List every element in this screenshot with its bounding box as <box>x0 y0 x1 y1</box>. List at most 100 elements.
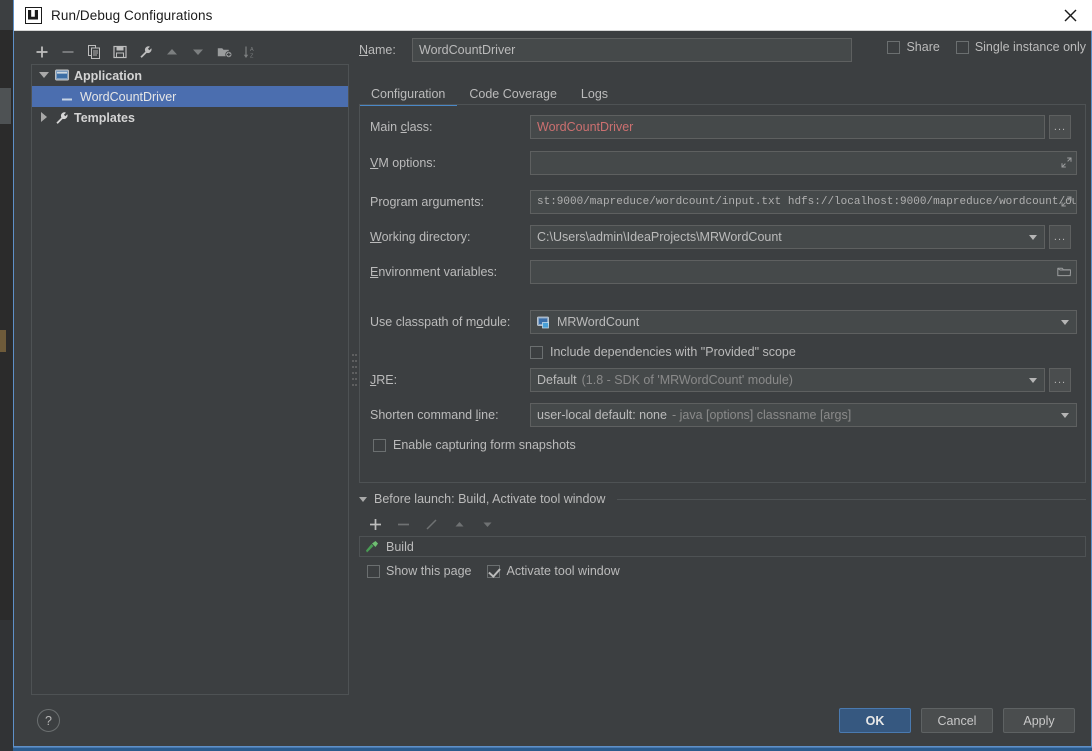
cancel-button[interactable]: Cancel <box>921 708 993 733</box>
run-debug-configurations-dialog: Run/Debug Configurations A Z Application… <box>13 0 1092 747</box>
chevron-down-icon[interactable] <box>1055 404 1075 426</box>
jre-value: Default <box>537 373 577 387</box>
working-directory-input[interactable]: C:\Users\admin\IdeaProjects\MRWordCount <box>530 225 1045 249</box>
dialog-buttons: OK Cancel Apply <box>839 708 1075 733</box>
share-label: Share <box>906 40 940 54</box>
panel-splitter[interactable] <box>351 352 358 392</box>
working-directory-browse-button[interactable]: ... <box>1049 225 1071 249</box>
show-this-page-checkbox[interactable]: Show this page <box>367 564 471 578</box>
tree-node-application[interactable]: Application <box>32 65 348 86</box>
environment-variables-row: Environment variables: <box>370 260 1077 284</box>
form-snapshots-checkbox-box[interactable] <box>373 438 386 452</box>
main-class-row: Main class: WordCountDriver ... <box>370 115 1071 139</box>
before-launch-toolbar <box>364 513 498 535</box>
run-config-icon <box>60 89 75 104</box>
classpath-module-row: Use classpath of module: MRWordCount <box>370 310 1077 334</box>
name-label: Name: <box>359 43 396 57</box>
program-arguments-value: st:9000/mapreduce/wordcount/input.txt hd… <box>537 196 1077 208</box>
tab-code-coverage[interactable]: Code Coverage <box>457 87 569 105</box>
apply-button[interactable]: Apply <box>1003 708 1075 733</box>
classpath-module-value: MRWordCount <box>557 315 640 329</box>
shorten-command-line-dropdown[interactable]: user-local default: none - java [options… <box>530 403 1077 427</box>
wrench-icon[interactable] <box>135 41 157 63</box>
vm-options-input[interactable] <box>530 151 1077 175</box>
shorten-command-line-detail: - java [options] classname [args] <box>671 408 852 422</box>
tab-configuration[interactable]: Configuration <box>359 87 458 106</box>
pencil-icon[interactable] <box>420 513 442 535</box>
copy-icon[interactable] <box>83 41 105 63</box>
activate-tool-window-label: Activate tool window <box>506 564 620 578</box>
main-class-browse-button[interactable]: ... <box>1049 115 1071 139</box>
editor-gutter-marker <box>0 330 6 352</box>
classpath-module-dropdown[interactable]: MRWordCount <box>530 310 1077 334</box>
ok-button[interactable]: OK <box>839 708 911 733</box>
build-hammer-icon <box>365 540 379 554</box>
classpath-module-label: Use classpath of module: <box>370 315 511 329</box>
plus-icon[interactable] <box>31 41 53 63</box>
single-instance-label: Single instance only <box>974 40 1086 54</box>
folder-add-icon[interactable] <box>213 41 235 63</box>
sort-az-icon[interactable]: A Z <box>239 41 261 63</box>
single-instance-checkbox-box[interactable] <box>955 40 969 54</box>
plus-icon[interactable] <box>364 513 386 535</box>
environment-variables-input[interactable] <box>530 260 1077 284</box>
activate-tool-window-checkbox[interactable]: Activate tool window <box>487 564 620 578</box>
editor-lower-area <box>0 620 13 751</box>
chevron-down-icon[interactable] <box>1055 311 1075 333</box>
header-checkboxes: Share Single instance only <box>887 40 1086 54</box>
arrow-down-icon[interactable] <box>187 41 209 63</box>
minus-icon[interactable] <box>392 513 414 535</box>
jre-value-detail: (1.8 - SDK of 'MRWordCount' module) <box>581 373 793 387</box>
chevron-down-icon[interactable] <box>359 495 368 504</box>
arrow-up-icon[interactable] <box>161 41 183 63</box>
minus-icon[interactable] <box>57 41 79 63</box>
show-this-page-checkbox-box[interactable] <box>367 564 380 578</box>
arrow-down-icon[interactable] <box>476 513 498 535</box>
program-arguments-label: Program arguments: <box>370 195 484 209</box>
editor-background-strip <box>0 0 13 751</box>
before-launch-options: Show this page Activate tool window <box>367 564 620 578</box>
before-launch-title: Before launch: Build, Activate tool wind… <box>374 492 606 506</box>
chevron-right-icon[interactable] <box>39 112 50 123</box>
share-checkbox[interactable]: Share <box>887 40 940 54</box>
program-arguments-input[interactable]: st:9000/mapreduce/wordcount/input.txt hd… <box>530 190 1077 214</box>
main-class-input[interactable]: WordCountDriver <box>530 115 1045 139</box>
chevron-down-icon[interactable] <box>39 70 50 81</box>
working-directory-label: Working directory: <box>370 230 471 244</box>
tree-node-templates[interactable]: Templates <box>32 107 348 128</box>
tree-node-label: Application <box>74 68 143 83</box>
include-provided-checkbox-box[interactable] <box>530 345 543 359</box>
before-launch-task-row[interactable]: Build <box>359 536 1086 557</box>
jre-row: JRE: Default (1.8 - SDK of 'MRWordCount'… <box>370 368 1071 392</box>
help-button[interactable]: ? <box>37 709 60 732</box>
chevron-down-icon[interactable] <box>1023 369 1043 391</box>
include-provided-checkbox[interactable]: Include dependencies with "Provided" sco… <box>530 345 796 359</box>
environment-variables-label: Environment variables: <box>370 265 498 279</box>
svg-text:Z: Z <box>250 54 254 60</box>
before-launch-divider <box>617 498 1086 500</box>
tree-node-wordcountdriver[interactable]: WordCountDriver <box>32 86 348 107</box>
svg-text:A: A <box>250 47 254 53</box>
tab-logs[interactable]: Logs <box>569 87 620 105</box>
form-snapshots-checkbox[interactable]: Enable capturing form snapshots <box>373 438 576 452</box>
save-icon[interactable] <box>109 41 131 63</box>
expand-arrows-icon[interactable] <box>1061 196 1072 207</box>
editor-selected-tab <box>0 88 11 124</box>
form-snapshots-label: Enable capturing form snapshots <box>393 438 576 452</box>
program-arguments-row: Program arguments: st:9000/mapreduce/wor… <box>370 190 1077 214</box>
folder-icon[interactable] <box>1057 266 1072 281</box>
activate-tool-window-checkbox-box[interactable] <box>487 564 501 578</box>
vm-options-row: VM options: <box>370 151 1077 175</box>
close-icon[interactable] <box>1047 0 1092 31</box>
before-launch-header[interactable]: Before launch: Build, Activate tool wind… <box>359 492 1086 506</box>
single-instance-checkbox[interactable]: Single instance only <box>955 40 1086 54</box>
configuration-header: Name: WordCountDriver Share Single insta… <box>359 38 1086 62</box>
name-input[interactable]: WordCountDriver <box>412 38 852 62</box>
jre-browse-button[interactable]: ... <box>1049 368 1071 392</box>
share-checkbox-box[interactable] <box>887 40 901 54</box>
arrow-up-icon[interactable] <box>448 513 470 535</box>
chevron-down-icon[interactable] <box>1023 226 1043 248</box>
main-class-value: WordCountDriver <box>537 120 634 134</box>
expand-arrows-icon[interactable] <box>1061 157 1072 168</box>
jre-dropdown[interactable]: Default (1.8 - SDK of 'MRWordCount' modu… <box>530 368 1045 392</box>
